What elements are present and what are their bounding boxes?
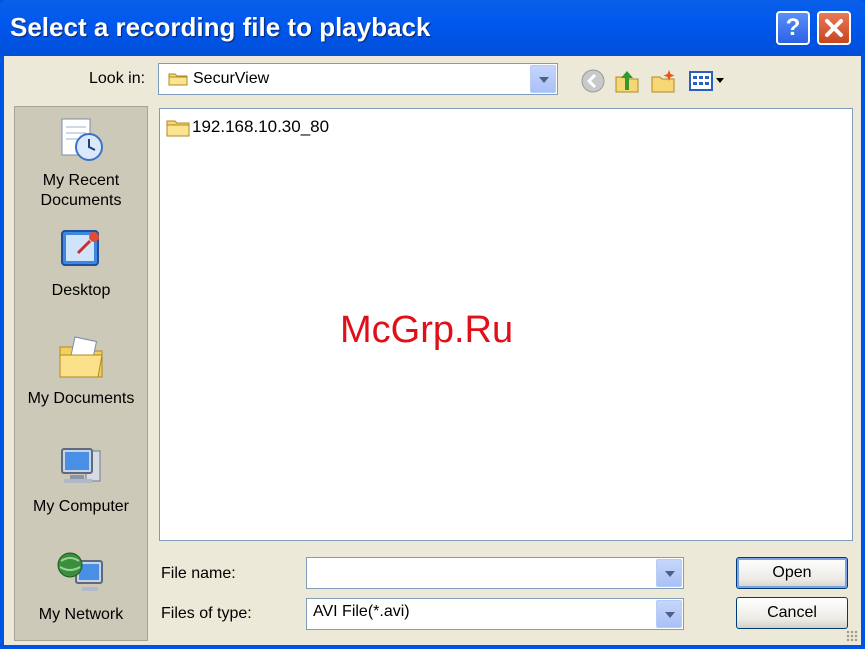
place-my-network[interactable]: My Network [15, 549, 147, 625]
resize-grip[interactable] [846, 630, 858, 642]
file-name: 192.168.10.30_80 [192, 117, 330, 136]
help-button[interactable]: ? [776, 11, 810, 45]
file-name-dropdown-arrow[interactable] [656, 559, 682, 587]
look-in-dropdown-arrow[interactable] [530, 65, 556, 93]
close-icon [825, 19, 843, 37]
folder-icon [168, 73, 188, 86]
places-bar: My Recent Documents Desktop My Documents… [14, 106, 148, 641]
title-bar[interactable]: Select a recording file to playback ? [0, 0, 865, 56]
window-title: Select a recording file to playback [10, 12, 431, 42]
up-folder-icon[interactable] [614, 68, 640, 94]
place-my-computer[interactable]: My Computer [15, 441, 147, 517]
place-label: My Documents [27, 390, 135, 407]
new-folder-icon[interactable] [650, 68, 676, 94]
place-my-documents[interactable]: My Documents [15, 333, 147, 409]
place-label: My Recent [42, 172, 120, 189]
file-name-label: File name: [161, 565, 236, 582]
place-my-recent-documents[interactable]: My Recent Documents [15, 115, 147, 211]
file-type-combo[interactable]: AVI File(*.avi) [306, 598, 684, 630]
place-label: My Computer [32, 498, 130, 515]
recent-documents-icon [61, 118, 103, 161]
file-type-label: Files of type: [161, 605, 252, 622]
place-label: My Network [38, 606, 124, 623]
file-type-dropdown-arrow[interactable] [656, 600, 682, 628]
place-label: Desktop [51, 282, 111, 299]
place-desktop[interactable]: Desktop [15, 225, 147, 301]
open-button[interactable]: Open [736, 557, 848, 589]
look-in-value: SecurView [193, 70, 270, 87]
look-in-combo[interactable]: SecurView [158, 63, 558, 95]
my-documents-icon [59, 336, 103, 378]
watermark-text: McGrp.Ru [340, 309, 514, 351]
look-in-label: Look in: [89, 70, 146, 87]
my-computer-icon [61, 448, 101, 483]
close-button[interactable] [817, 11, 851, 45]
file-dialog-window: Select a recording file to playback ? Lo… [0, 0, 865, 649]
view-menu-icon[interactable] [688, 68, 728, 94]
dialog-body: Look in: SecurView My Recent Documents D… [4, 56, 861, 645]
folder-icon [166, 120, 190, 137]
my-network-icon [57, 552, 103, 591]
file-type-value: AVI File(*.avi) [313, 603, 410, 620]
file-name-combo[interactable] [306, 557, 684, 589]
desktop-icon [61, 230, 99, 266]
back-icon[interactable] [580, 68, 606, 94]
cancel-button[interactable]: Cancel [736, 597, 848, 629]
place-label: Documents [40, 192, 122, 209]
file-list[interactable]: 192.168.10.30_80 McGrp.Ru [159, 108, 853, 541]
